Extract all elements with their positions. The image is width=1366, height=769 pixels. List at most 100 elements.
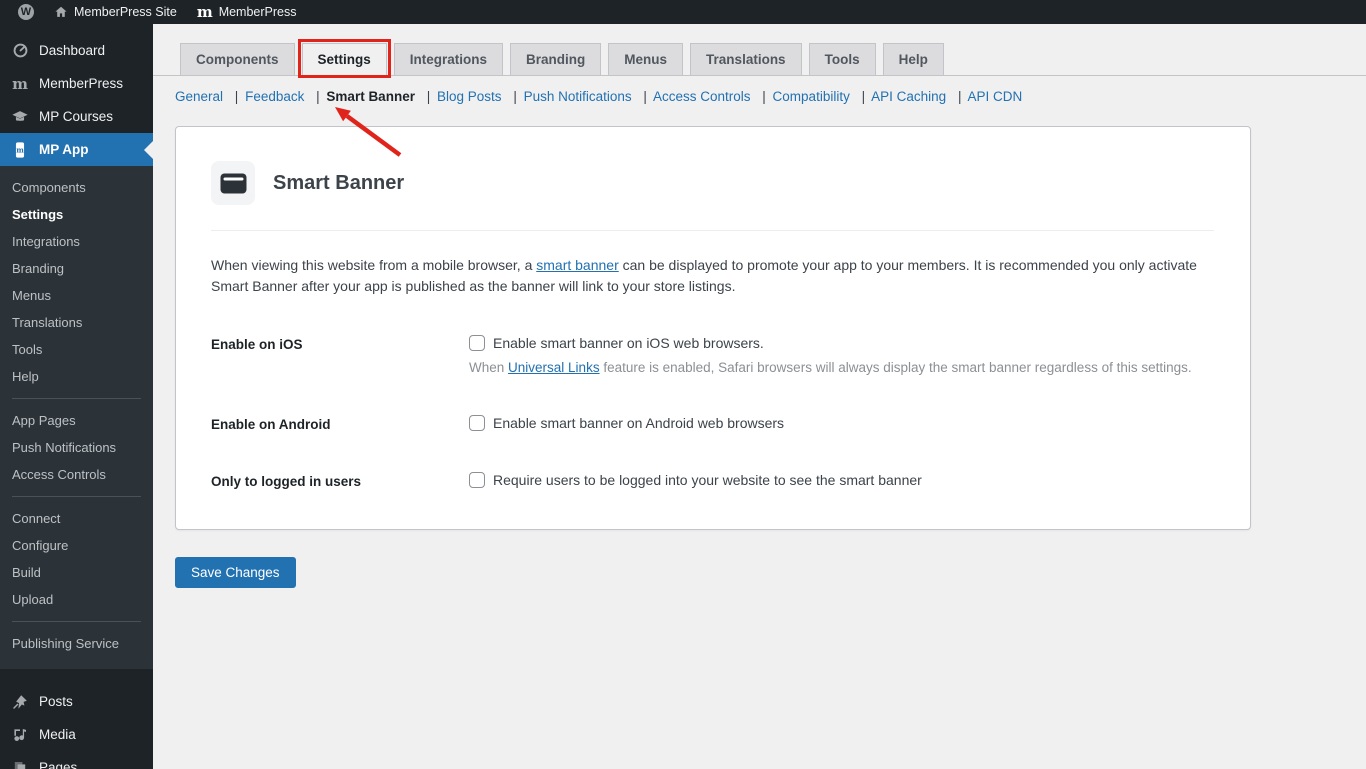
sidebar-item-mp-courses[interactable]: MP Courses bbox=[0, 100, 153, 133]
subnav-separator: | bbox=[762, 89, 766, 104]
sidebar-item-label: Pages bbox=[39, 760, 78, 769]
sidebar-subitem-build[interactable]: Build bbox=[0, 559, 153, 586]
sidebar-item-posts[interactable]: Posts bbox=[0, 685, 153, 718]
subnav-separator: | bbox=[316, 89, 320, 104]
subnav-link-push-notifications[interactable]: Push Notifications bbox=[524, 89, 632, 104]
subnav-link-general[interactable]: General bbox=[175, 89, 223, 104]
panel-body: When viewing this website from a mobile … bbox=[176, 231, 1250, 529]
tab-branding[interactable]: Branding bbox=[510, 43, 602, 75]
sidebar-main-menu: Dashboard m MemberPress MP Courses m MP … bbox=[0, 24, 153, 166]
subnav-separator: | bbox=[861, 89, 866, 104]
mobile-app-icon: m bbox=[11, 141, 29, 159]
dashboard-icon bbox=[11, 42, 29, 59]
subnav-link-feedback[interactable]: Feedback bbox=[245, 89, 304, 104]
panel-description: When viewing this website from a mobile … bbox=[211, 257, 1197, 294]
tab-components[interactable]: Components bbox=[180, 43, 295, 75]
memberpress-toolbar-link[interactable]: m MemberPress bbox=[187, 0, 307, 24]
sidebar-divider bbox=[12, 621, 141, 622]
subnav-separator: | bbox=[957, 89, 962, 104]
setting-row-enable-android: Enable on Android Enable smart banner on… bbox=[211, 415, 1200, 432]
sidebar-divider bbox=[12, 496, 141, 497]
subnav-link-api-cdn[interactable]: API CDN bbox=[967, 89, 1022, 104]
site-name-link[interactable]: MemberPress Site bbox=[44, 0, 187, 24]
sidebar-subitem-components[interactable]: Components bbox=[0, 174, 153, 201]
subnav-separator: | bbox=[426, 89, 431, 104]
tab-settings[interactable]: Settings bbox=[297, 39, 391, 78]
subnav-separator: | bbox=[513, 89, 517, 104]
sidebar-subitem-publishing-service[interactable]: Publishing Service bbox=[0, 630, 153, 657]
pages-icon bbox=[11, 760, 29, 769]
enable-android-checkbox-label[interactable]: Enable smart banner on Android web brows… bbox=[493, 415, 784, 431]
tab-help[interactable]: Help bbox=[882, 43, 944, 75]
sidebar-item-label: Posts bbox=[39, 694, 73, 709]
sidebar-subitem-settings[interactable]: Settings bbox=[0, 201, 153, 228]
panel-header: Smart Banner bbox=[176, 127, 1250, 205]
subnav-current-smart-banner[interactable]: Smart Banner bbox=[326, 89, 415, 104]
memberpress-logo-icon: m bbox=[196, 2, 213, 21]
sidebar-item-label: Dashboard bbox=[39, 43, 106, 58]
home-icon bbox=[55, 6, 67, 17]
sidebar-subitem-app-pages[interactable]: App Pages bbox=[0, 407, 153, 434]
subnav-separator: | bbox=[234, 89, 239, 104]
tab-settings-label: Settings bbox=[317, 52, 371, 67]
logged-in-users-checkbox[interactable] bbox=[469, 472, 485, 488]
sidebar-subitem-access-controls[interactable]: Access Controls bbox=[0, 461, 153, 488]
sidebar-subitem-tools[interactable]: Tools bbox=[0, 336, 153, 363]
subnav-link-blog-posts[interactable]: Blog Posts bbox=[437, 89, 502, 104]
setting-control: Enable smart banner on Android web brows… bbox=[469, 415, 1200, 432]
enable-ios-checkbox-label[interactable]: Enable smart banner on iOS web browsers. bbox=[493, 335, 764, 351]
wordpress-logo-icon: W bbox=[18, 4, 34, 20]
sidebar-subitem-menus[interactable]: Menus bbox=[0, 282, 153, 309]
memberpress-toolbar-label: MemberPress bbox=[218, 5, 297, 19]
sidebar-subitem-help[interactable]: Help bbox=[0, 363, 153, 390]
save-changes-button[interactable]: Save Changes bbox=[175, 557, 296, 588]
smart-banner-link[interactable]: smart banner bbox=[536, 257, 618, 273]
enable-ios-checkbox[interactable] bbox=[469, 335, 485, 351]
setting-control: Require users to be logged into your web… bbox=[469, 472, 1200, 489]
sidebar-bottom-menu: Posts Media Pages bbox=[0, 685, 153, 769]
svg-text:m: m bbox=[16, 145, 24, 154]
logged-in-users-checkbox-label[interactable]: Require users to be logged into your web… bbox=[493, 472, 922, 488]
sidebar-subitem-upload[interactable]: Upload bbox=[0, 586, 153, 613]
tab-translations[interactable]: Translations bbox=[690, 43, 802, 75]
setting-label: Enable on iOS bbox=[211, 337, 303, 352]
setting-label: Only to logged in users bbox=[211, 474, 362, 489]
setting-label: Enable on Android bbox=[211, 417, 331, 432]
setting-row-enable-ios: Enable on iOS Enable smart banner on iOS… bbox=[211, 335, 1200, 375]
sidebar-subitem-connect[interactable]: Connect bbox=[0, 505, 153, 532]
enable-android-checkbox[interactable] bbox=[469, 415, 485, 431]
universal-links-link[interactable]: Universal Links bbox=[508, 360, 600, 375]
sidebar-item-memberpress[interactable]: m MemberPress bbox=[0, 67, 153, 100]
tab-menus[interactable]: Menus bbox=[608, 43, 684, 75]
subnav-separator: | bbox=[643, 89, 647, 104]
sidebar-subitem-translations[interactable]: Translations bbox=[0, 309, 153, 336]
sidebar-item-label: Media bbox=[39, 727, 76, 742]
sidebar-item-dashboard[interactable]: Dashboard bbox=[0, 34, 153, 67]
sidebar-item-label: MP Courses bbox=[39, 109, 114, 124]
subnav-link-compatibility[interactable]: Compatibility bbox=[773, 89, 850, 104]
site-name-label: MemberPress Site bbox=[74, 5, 177, 19]
graduation-cap-icon bbox=[11, 108, 29, 126]
sidebar-item-label: MP App bbox=[39, 142, 89, 157]
sidebar-item-label: MemberPress bbox=[39, 76, 124, 91]
subnav-link-api-caching[interactable]: API Caching bbox=[871, 89, 946, 104]
smart-banner-panel: Smart Banner When viewing this website f… bbox=[175, 126, 1251, 530]
sidebar-subitem-configure[interactable]: Configure bbox=[0, 532, 153, 559]
sidebar-item-pages[interactable]: Pages bbox=[0, 751, 153, 769]
sidebar-divider bbox=[12, 398, 141, 399]
sidebar-subitem-push-notifications[interactable]: Push Notifications bbox=[0, 434, 153, 461]
sidebar-item-media[interactable]: Media bbox=[0, 718, 153, 751]
sidebar-item-mp-app[interactable]: m MP App bbox=[0, 133, 153, 166]
tab-bar: Components Settings Integrations Brandin… bbox=[153, 24, 1366, 78]
sidebar-subitem-integrations[interactable]: Integrations bbox=[0, 228, 153, 255]
tab-integrations[interactable]: Integrations bbox=[393, 43, 504, 75]
panel-title: Smart Banner bbox=[273, 171, 405, 194]
subnav-link-access-controls[interactable]: Access Controls bbox=[653, 89, 751, 104]
setting-control: Enable smart banner on iOS web browsers.… bbox=[469, 335, 1200, 375]
media-icon bbox=[11, 727, 29, 743]
wordpress-logo-button[interactable]: W bbox=[8, 0, 44, 24]
admin-bar: W MemberPress Site m MemberPress bbox=[0, 0, 1366, 24]
sidebar-subitem-branding[interactable]: Branding bbox=[0, 255, 153, 282]
wordpress-admin-page: W MemberPress Site m MemberPress Dashboa… bbox=[0, 0, 1366, 769]
tab-tools[interactable]: Tools bbox=[808, 43, 876, 75]
